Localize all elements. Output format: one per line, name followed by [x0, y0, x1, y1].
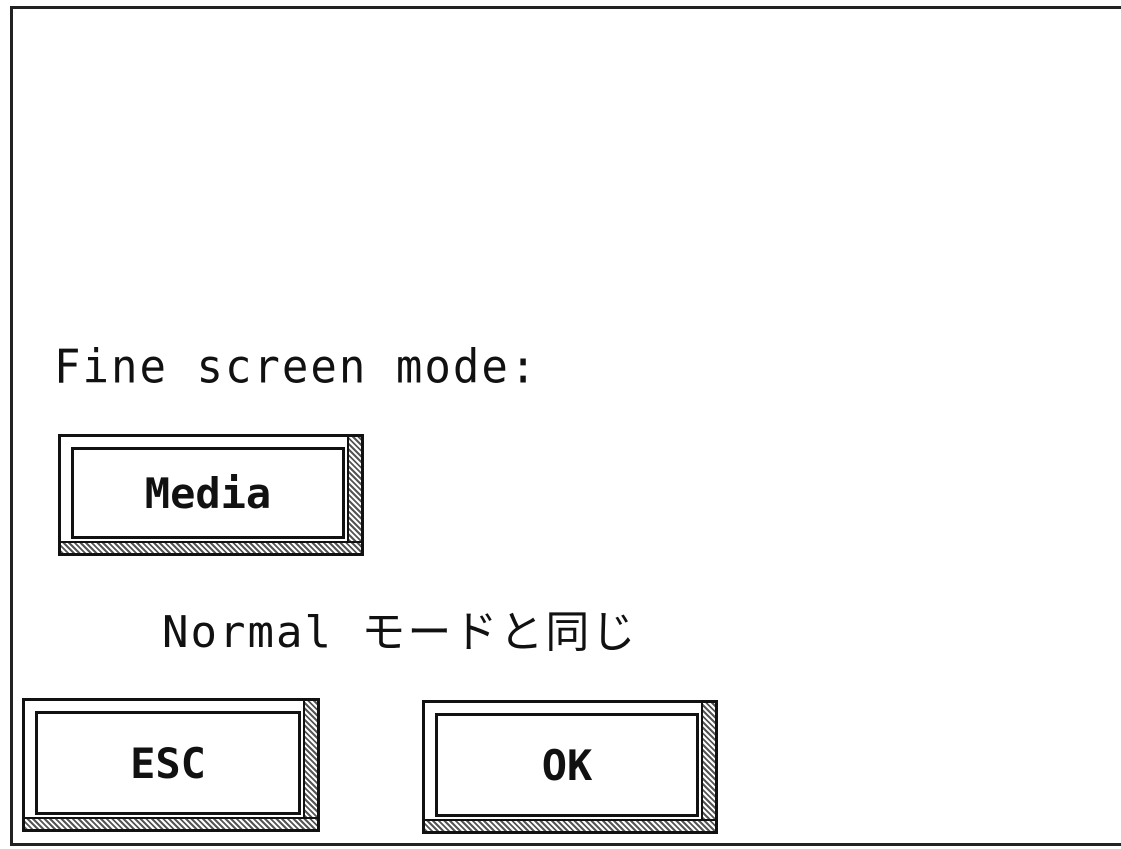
button-bevel — [347, 437, 361, 553]
fine-screen-mode-label: Fine screen mode: — [54, 340, 539, 395]
esc-button-label: ESC — [35, 711, 301, 815]
esc-button[interactable]: ESC — [22, 698, 320, 832]
frame-bottom-border — [10, 843, 1121, 846]
button-bevel — [303, 701, 317, 829]
button-bevel — [425, 819, 715, 831]
fine-screen-mode-dialog: Fine screen mode: Media Normal モードと同じ ES… — [0, 0, 1121, 849]
button-bevel — [701, 703, 715, 831]
button-bevel — [61, 541, 361, 553]
frame-left-border — [10, 6, 13, 846]
media-mode-button-label: Media — [71, 447, 345, 539]
ok-button[interactable]: OK — [422, 700, 718, 834]
button-bevel — [25, 817, 317, 829]
frame-top-border — [10, 6, 1121, 9]
mode-description: Normal モードと同じ — [162, 607, 638, 658]
ok-button-label: OK — [435, 713, 699, 817]
media-mode-button[interactable]: Media — [58, 434, 364, 556]
